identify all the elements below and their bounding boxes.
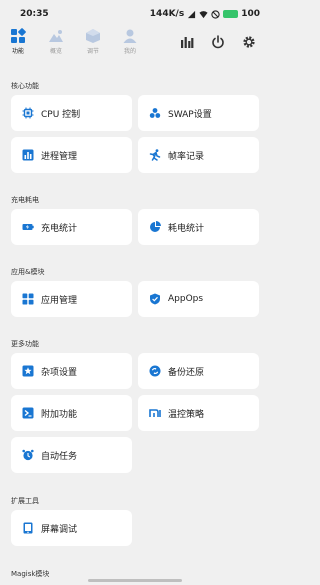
alarm-icon — [22, 449, 34, 461]
status-icons: 144K/s 100 — [150, 9, 260, 19]
grid-icon — [22, 293, 34, 305]
star-icon — [22, 365, 34, 377]
wifi-icon — [199, 10, 208, 18]
section-title-core: 核心功能 — [11, 82, 39, 90]
screen-debug-button[interactable]: 屏幕调试 — [11, 510, 132, 546]
card-label: 应用管理 — [41, 295, 78, 306]
status-bar: 20:35 144K/s 100 — [0, 0, 270, 26]
card-label: CPU 控制 — [41, 109, 81, 120]
card-label: 附加功能 — [41, 409, 78, 420]
card-label: 进程管理 — [41, 151, 78, 162]
card-label: 自动任务 — [41, 451, 78, 462]
tab-label: 调节 — [86, 48, 99, 55]
signal-icon — [188, 10, 196, 18]
card-label: 耗电统计 — [168, 223, 205, 234]
swap-icon — [149, 107, 161, 119]
battery-icon — [223, 10, 239, 18]
tab-label: 概览 — [49, 48, 62, 55]
power-icon[interactable] — [211, 35, 225, 49]
screen-icon — [22, 522, 34, 534]
settings-gear-icon[interactable] — [242, 35, 256, 49]
charge-stats-button[interactable]: 充电统计 — [11, 209, 132, 245]
card-label: 温控策略 — [168, 409, 205, 420]
appops-button[interactable]: AppOps — [138, 281, 259, 317]
user-tab-icon — [123, 29, 137, 43]
top-navigation: 功能 概览 调节 我的 — [0, 26, 270, 64]
tab-mine[interactable]: 我的 — [116, 28, 144, 55]
addin-button[interactable]: 附加功能 — [11, 395, 132, 431]
tab-label: 功能 — [11, 48, 24, 55]
bar-chart-icon[interactable] — [180, 35, 194, 49]
thermal-policy-button[interactable]: 温控策略 — [138, 395, 259, 431]
section-title-more: 更多功能 — [11, 340, 39, 348]
process-icon — [22, 149, 34, 161]
status-time: 20:35 — [20, 9, 49, 19]
tab-overview[interactable]: 概览 — [42, 28, 70, 55]
section-title-magisk: Magisk模块 — [11, 570, 50, 578]
auto-task-button[interactable]: 自动任务 — [11, 437, 132, 473]
process-manager-button[interactable]: 进程管理 — [11, 137, 132, 173]
fps-record-button[interactable]: 帧率记录 — [138, 137, 259, 173]
card-label: 备份还原 — [168, 367, 205, 378]
tab-label: 我的 — [123, 48, 136, 55]
battery-charge-icon — [22, 221, 34, 233]
section-title-tools: 扩展工具 — [11, 497, 39, 505]
mountain-tab-icon — [49, 30, 63, 42]
pie-icon — [149, 221, 161, 233]
card-label: 帧率记录 — [168, 151, 205, 162]
grid-tab-icon — [11, 28, 26, 43]
tab-adjust[interactable]: 调节 — [79, 28, 107, 55]
terminal-icon — [22, 407, 34, 419]
cube-tab-icon — [86, 29, 100, 43]
backup-restore-button[interactable]: 备份还原 — [138, 353, 259, 389]
mi-icon — [149, 407, 161, 419]
swap-settings-button[interactable]: SWAP设置 — [138, 95, 259, 131]
card-label: SWAP设置 — [168, 109, 212, 120]
battery-level: 100 — [241, 9, 260, 19]
restore-icon — [149, 365, 161, 377]
misc-settings-button[interactable]: 杂项设置 — [11, 353, 132, 389]
card-label: 屏幕调试 — [41, 524, 78, 535]
power-usage-button[interactable]: 耗电统计 — [138, 209, 259, 245]
cpu-icon — [22, 107, 34, 119]
card-label: 充电统计 — [41, 223, 78, 234]
app-manager-button[interactable]: 应用管理 — [11, 281, 132, 317]
section-title-charge: 充电耗电 — [11, 196, 39, 204]
shield-icon — [149, 293, 161, 305]
section-title-apps: 应用&模块 — [11, 268, 45, 276]
silent-icon — [211, 9, 220, 19]
card-label: 杂项设置 — [41, 367, 78, 378]
tab-functions[interactable]: 功能 — [4, 28, 32, 55]
home-indicator[interactable] — [88, 579, 182, 582]
cpu-control-button[interactable]: CPU 控制 — [11, 95, 132, 131]
card-label: AppOps — [168, 294, 204, 304]
runner-icon — [149, 149, 161, 161]
network-speed: 144K/s — [149, 9, 185, 19]
